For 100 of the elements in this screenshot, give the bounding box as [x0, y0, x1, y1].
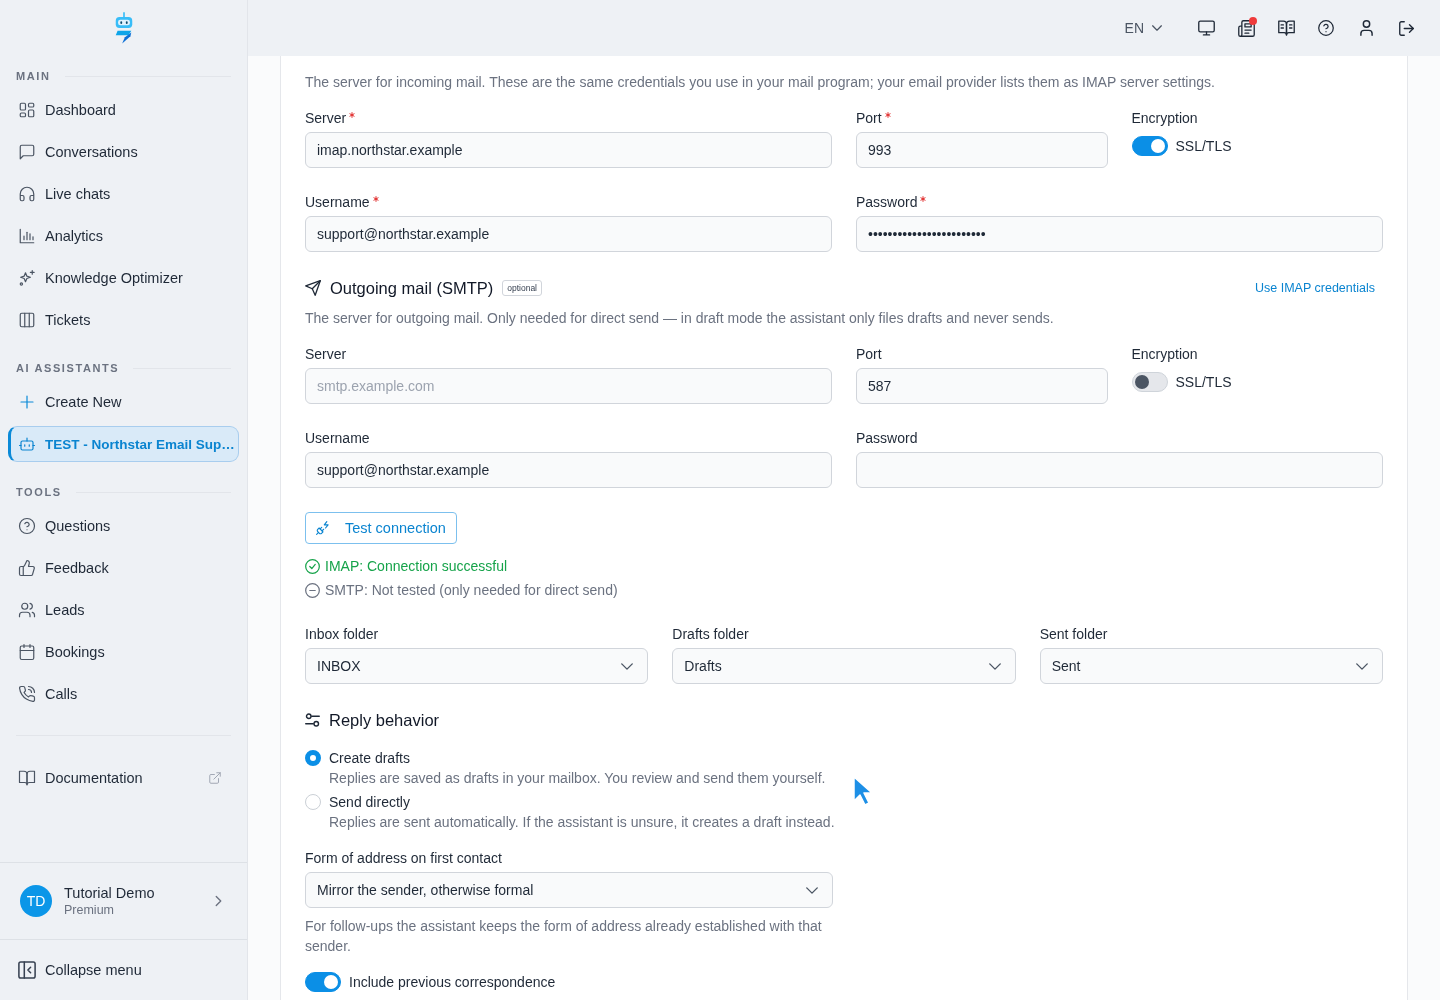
sidebar-item[interactable]: Knowledge Optimizer [8, 257, 239, 299]
sidebar-item[interactable]: Feedback [8, 547, 239, 589]
field-label: Username [305, 429, 370, 448]
username-input[interactable]: support@northstar.example [305, 452, 832, 488]
thumbs-up-icon [18, 559, 36, 577]
section-heading: AI ASSISTANTS [16, 362, 120, 374]
field-label: Server [305, 345, 347, 364]
plug-icon [316, 521, 330, 535]
sidebar-item[interactable]: Tickets [8, 299, 239, 341]
sidebar-item[interactable]: Bookings [8, 631, 239, 673]
password-input[interactable] [856, 452, 1383, 488]
option-description: Replies are saved as drafts in your mailbox. You review and send them yourself. [328, 769, 827, 788]
minus-circle-icon [305, 582, 320, 598]
status-message: IMAP: Connection successful [325, 557, 508, 576]
help-icon[interactable] [1318, 20, 1334, 36]
radio-button[interactable] [305, 750, 321, 766]
sidebar-item[interactable]: Live chats [8, 173, 239, 215]
radio-button[interactable] [305, 794, 321, 810]
columns-icon [18, 311, 36, 329]
address-select[interactable]: Mirror the sender, otherwise formal [305, 872, 833, 908]
field-label: Encryption [1131, 345, 1198, 364]
section-title: Reply behavior [329, 710, 440, 730]
section-description: The server for incoming mail. These are the same credentials you use in your mail program; your email provider lists them as IMAP server settings. [305, 73, 1216, 92]
section-title: Outgoing mail (SMTP) [330, 278, 494, 298]
field-label: Port [856, 345, 882, 364]
option-label: Send directly [329, 793, 410, 812]
plus-icon [18, 393, 36, 411]
field-label: Form of address on first contact [305, 849, 502, 868]
folder-select[interactable]: Sent [1039, 648, 1383, 684]
sidebar-item[interactable]: Leads [8, 589, 239, 631]
sliders-icon [305, 713, 320, 727]
toggle-label: SSL/TLS [1175, 373, 1232, 392]
send-icon [305, 280, 321, 296]
field-label: Drafts folder [672, 625, 749, 644]
sidebar-item[interactable]: Calls [8, 673, 239, 715]
server-input[interactable]: smtp.example.com [305, 368, 832, 404]
sidebar-item[interactable]: Questions [8, 505, 239, 547]
headphones-icon [18, 185, 36, 203]
sidebar-item[interactable]: Conversations [8, 131, 239, 173]
documentation-link[interactable]: Documentation [8, 757, 239, 799]
plan-label: Premium [64, 903, 115, 917]
check-circle-icon [305, 558, 320, 574]
password-input[interactable]: •••••••••••••••••••••••• [856, 216, 1383, 252]
external-link-icon [208, 771, 222, 785]
people-icon [18, 601, 36, 619]
book-icon[interactable] [1277, 20, 1295, 36]
port-input[interactable]: 993 [856, 132, 1108, 168]
monitor-icon[interactable] [1197, 20, 1215, 36]
chevron-down-icon [621, 662, 634, 670]
avatar: TD [20, 885, 52, 917]
toggle-switch[interactable] [305, 972, 341, 992]
robot-icon [18, 435, 36, 453]
sidebar-item[interactable]: Analytics [8, 215, 239, 257]
chevron-down-icon [806, 886, 818, 894]
grid-icon [18, 101, 36, 119]
optional-badge: optional [502, 280, 542, 296]
status-message: SMTP: Not tested (only needed for direct send) [325, 581, 618, 600]
section-heading: TOOLS [16, 486, 62, 498]
option-label: Create drafts [329, 749, 410, 768]
folder-select[interactable]: Drafts [672, 648, 1016, 684]
user-icon[interactable] [1359, 20, 1373, 36]
folder-select[interactable]: INBOX [305, 648, 649, 684]
chat-bubble-icon [18, 143, 36, 161]
chevron-down-icon [1356, 662, 1368, 670]
toggle-label: SSL/TLS [1175, 137, 1232, 156]
section-description: The server for outgoing mail. Only needed for direct send — in draft mode the assistant only files drafts and never sends. [305, 309, 1055, 328]
port-input[interactable]: 587 [856, 368, 1108, 404]
section-heading: MAIN [16, 70, 51, 82]
phone-icon [18, 685, 36, 703]
test-connection-button[interactable]: Test connection [305, 512, 457, 544]
field-label: Username [305, 193, 370, 212]
username-input[interactable]: support@northstar.example [305, 216, 832, 252]
toggle-switch[interactable] [1131, 136, 1168, 156]
collapse-panel-icon [18, 961, 36, 979]
help-icon [18, 517, 36, 535]
mouse-pointer-icon [852, 775, 872, 807]
field-label: Sent folder [1039, 625, 1108, 644]
sidebar-item[interactable]: Create New [8, 381, 239, 423]
help-text: For follow-ups the assistant keeps the form of address already established with that sender. [305, 917, 823, 956]
chevron-down-icon [1152, 25, 1162, 31]
book-icon [18, 769, 36, 787]
server-input[interactable]: imap.northstar.example [305, 132, 832, 168]
field-label: Server [305, 109, 347, 128]
field-label: Port [856, 109, 882, 128]
field-label: Password [856, 193, 918, 212]
chevron-right-icon[interactable] [214, 895, 223, 907]
toggle-label: Include previous correspondence [349, 973, 556, 992]
option-description: Replies are sent automatically. If the assistant is unsure, it creates a draft instead. [328, 813, 836, 832]
chevron-down-icon [988, 662, 1001, 670]
user-name: Tutorial Demo [64, 885, 156, 901]
newspaper-icon[interactable] [1237, 19, 1255, 37]
field-label: Password [856, 429, 918, 448]
collapse-menu-button[interactable]: Collapse menu [0, 939, 247, 1000]
language-selector[interactable]: EN [1116, 12, 1170, 44]
bar-chart-icon [18, 227, 36, 245]
field-label: Inbox folder [305, 625, 379, 644]
calendar-icon [18, 643, 36, 661]
sidebar-item[interactable]: Dashboard [8, 89, 239, 131]
logout-icon[interactable] [1398, 20, 1414, 36]
use-imap-credentials-link[interactable]: Use IMAP credentials [1247, 277, 1383, 299]
